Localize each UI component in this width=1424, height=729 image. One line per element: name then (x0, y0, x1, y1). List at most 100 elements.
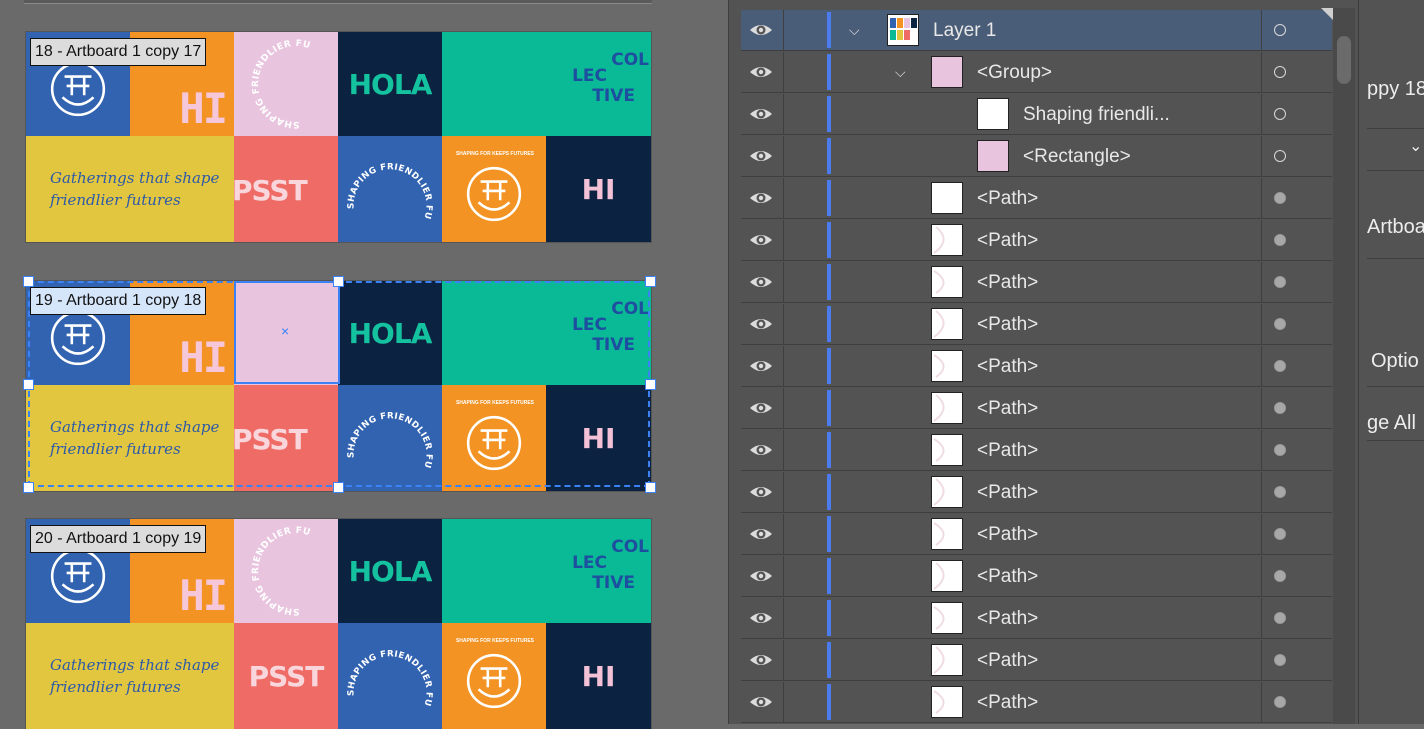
layer-row[interactable]: <Rectangle> (741, 136, 1332, 177)
target-circle-icon[interactable] (1274, 486, 1286, 498)
layers-scrollbar-thumb[interactable] (1337, 36, 1351, 84)
lock-column[interactable] (783, 598, 784, 639)
eye-icon[interactable] (749, 693, 773, 711)
layer-name[interactable]: <Path> (977, 188, 1038, 210)
selection-handle[interactable] (23, 379, 34, 390)
artboard-label-18[interactable]: 18 - Artboard 1 copy 17 (30, 38, 207, 66)
eye-icon[interactable] (749, 357, 773, 375)
chevron-down-icon[interactable]: ⌵ (849, 22, 860, 39)
layer-row[interactable]: <Path> (741, 556, 1332, 597)
target-circle-icon[interactable] (1274, 318, 1286, 330)
layer-name[interactable]: <Path> (977, 608, 1038, 630)
lock-column[interactable] (783, 346, 784, 387)
lock-column[interactable] (783, 514, 784, 555)
layer-row[interactable]: <Path> (741, 346, 1332, 387)
target-circle-icon[interactable] (1274, 108, 1286, 120)
target-circle-icon[interactable] (1274, 276, 1286, 288)
artboard-canvas[interactable]: HISHAPING FRIENDLIER FUTURESHOLACOLLECTI… (0, 0, 728, 729)
selection-handle[interactable] (23, 276, 34, 287)
layer-name[interactable]: <Path> (977, 524, 1038, 546)
target-circle-icon[interactable] (1274, 654, 1286, 666)
chevron-down-icon[interactable]: ⌄ (1409, 136, 1422, 156)
eye-icon[interactable] (749, 231, 773, 249)
eye-icon[interactable] (749, 525, 773, 543)
layer-name[interactable]: Layer 1 (933, 20, 996, 42)
target-circle-icon[interactable] (1274, 696, 1286, 708)
lock-column[interactable] (783, 556, 784, 597)
selection-handle[interactable] (645, 379, 656, 390)
eye-icon[interactable] (749, 315, 773, 333)
eye-icon[interactable] (749, 567, 773, 585)
eye-icon[interactable] (749, 399, 773, 417)
layer-row[interactable]: <Path> (741, 472, 1332, 513)
layer-row[interactable]: ⌵ Layer 1 (741, 10, 1332, 51)
lock-column[interactable] (783, 52, 784, 93)
layers-scrollbar-track[interactable] (1333, 8, 1355, 724)
lock-column[interactable] (783, 220, 784, 261)
target-circle-icon[interactable] (1274, 234, 1286, 246)
artboard-name-field[interactable]: ppy 18 (1367, 78, 1424, 101)
target-circle-icon[interactable] (1274, 402, 1286, 414)
layer-row[interactable]: <Path> (741, 514, 1332, 555)
layer-name[interactable]: <Path> (977, 356, 1038, 378)
layer-row[interactable]: <Path> (741, 640, 1332, 681)
layer-row[interactable]: <Path> (741, 598, 1332, 639)
eye-icon[interactable] (749, 651, 773, 669)
layer-row[interactable]: Shaping friendli... (741, 94, 1332, 135)
layer-name[interactable]: <Path> (977, 230, 1038, 252)
layer-name[interactable]: <Path> (977, 566, 1038, 588)
eye-icon[interactable] (749, 441, 773, 459)
selection-handle[interactable] (333, 482, 344, 493)
lock-column[interactable] (783, 430, 784, 471)
lock-column[interactable] (783, 388, 784, 429)
eye-icon[interactable] (749, 147, 773, 165)
layer-row[interactable]: <Path> (741, 220, 1332, 261)
layer-row[interactable]: <Path> (741, 388, 1332, 429)
layer-name[interactable]: <Path> (977, 398, 1038, 420)
selection-handle[interactable] (333, 276, 344, 287)
layer-name[interactable]: <Rectangle> (1023, 146, 1131, 168)
lock-column[interactable] (783, 262, 784, 303)
artboard-options-button[interactable]: Optio (1371, 350, 1419, 373)
selection-handle[interactable] (645, 276, 656, 287)
eye-icon[interactable] (749, 483, 773, 501)
layer-name[interactable]: <Path> (977, 692, 1038, 714)
target-circle-icon[interactable] (1274, 192, 1286, 204)
eye-icon[interactable] (749, 189, 773, 207)
layer-name[interactable]: <Group> (977, 62, 1052, 84)
lock-column[interactable] (783, 682, 784, 723)
eye-icon[interactable] (749, 21, 773, 39)
target-circle-icon[interactable] (1274, 444, 1286, 456)
layer-name[interactable]: <Path> (977, 650, 1038, 672)
artboard-label-20[interactable]: 20 - Artboard 1 copy 19 (30, 525, 207, 553)
layer-row[interactable]: <Path> (741, 178, 1332, 219)
lock-column[interactable] (783, 136, 784, 177)
lock-column[interactable] (783, 94, 784, 135)
target-circle-icon[interactable] (1274, 528, 1286, 540)
layer-name[interactable]: Shaping friendli... (1023, 104, 1170, 126)
rearrange-all-button[interactable]: ge All (1367, 412, 1416, 435)
layer-row[interactable]: <Path> (741, 682, 1332, 723)
lock-column[interactable] (783, 304, 784, 345)
layer-name[interactable]: <Path> (977, 482, 1038, 504)
lock-column[interactable] (783, 472, 784, 513)
eye-icon[interactable] (749, 63, 773, 81)
lock-column[interactable] (783, 178, 784, 219)
target-circle-icon[interactable] (1274, 24, 1286, 36)
layer-row[interactable]: <Path> (741, 262, 1332, 303)
target-circle-icon[interactable] (1274, 66, 1286, 78)
layer-name[interactable]: <Path> (977, 440, 1038, 462)
eye-icon[interactable] (749, 105, 773, 123)
lock-column[interactable] (783, 10, 784, 51)
layer-row[interactable]: <Path> (741, 430, 1332, 471)
lock-column[interactable] (783, 640, 784, 681)
layer-name[interactable]: <Path> (977, 272, 1038, 294)
target-circle-icon[interactable] (1274, 570, 1286, 582)
layer-row[interactable]: <Path> (741, 304, 1332, 345)
target-circle-icon[interactable] (1274, 150, 1286, 162)
layer-name[interactable]: <Path> (977, 314, 1038, 336)
artboard-label-19[interactable]: 19 - Artboard 1 copy 18 (30, 287, 207, 315)
target-circle-icon[interactable] (1274, 612, 1286, 624)
layer-row[interactable]: ⌵ <Group> (741, 52, 1332, 93)
eye-icon[interactable] (749, 609, 773, 627)
